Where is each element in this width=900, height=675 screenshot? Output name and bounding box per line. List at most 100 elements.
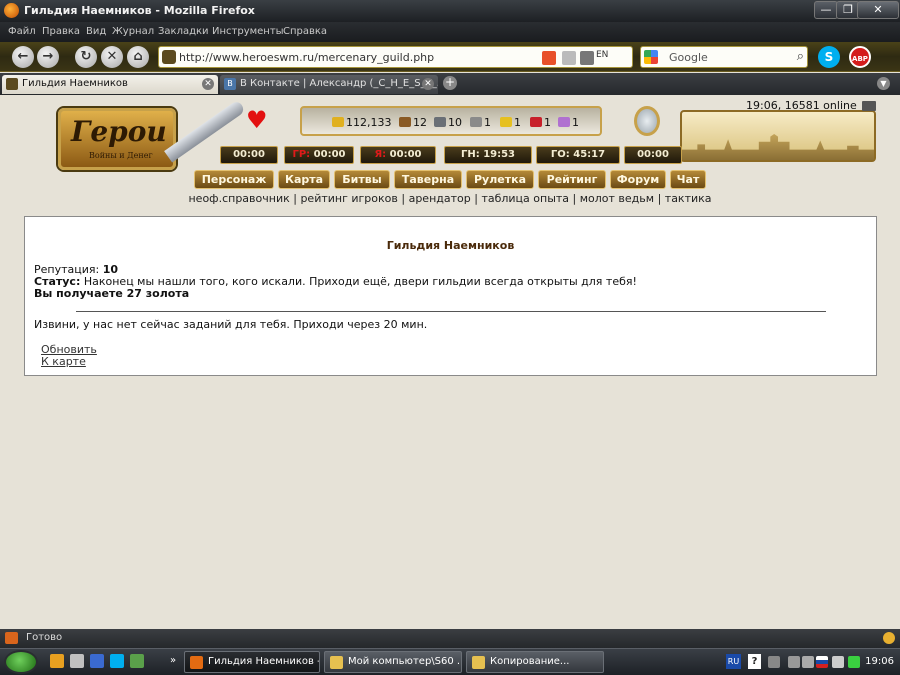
back-icon[interactable]: ←	[12, 46, 34, 68]
search-input[interactable]: Google ⌕	[640, 46, 808, 68]
resource-wood: 12	[399, 116, 427, 129]
resource-gold: 112,133	[332, 116, 392, 129]
quicklaunch-grid-icon[interactable]	[70, 654, 84, 668]
task-my-computer[interactable]: Мой компьютер\S60 ...	[324, 651, 462, 673]
timer-ya[interactable]: Я: 00:00	[360, 146, 436, 164]
nav-roulette-button[interactable]: Рулетка	[466, 170, 534, 189]
site-favicon	[162, 50, 176, 64]
reload-icon[interactable]: ↻	[75, 46, 97, 68]
folder-icon	[472, 656, 485, 669]
task-firefox[interactable]: Гильдия Наемников -...	[184, 651, 320, 673]
task-copying[interactable]: Копирование...	[466, 651, 604, 673]
nav-chat-button[interactable]: Чат	[670, 170, 706, 189]
tray-flag-icon[interactable]	[816, 656, 828, 668]
resource-crystal: 1	[530, 116, 551, 129]
menu-tools[interactable]: Инструменты	[212, 26, 284, 37]
addon-plus-icon[interactable]	[542, 51, 556, 65]
sublinks-bar: неоф.справочник | рейтинг игроков | арен…	[188, 192, 712, 205]
status-icon	[5, 632, 18, 644]
sulfur-icon	[500, 117, 512, 127]
tab-list-icon[interactable]: ▼	[877, 77, 890, 90]
home-icon[interactable]: ⌂	[127, 46, 149, 68]
menu-bookmarks[interactable]: Закладки	[158, 26, 209, 37]
url-text: http://www.heroeswm.ru/mercenary_guild.p…	[179, 51, 435, 64]
mirror-icon[interactable]	[634, 106, 660, 136]
new-tab-icon[interactable]: +	[443, 76, 457, 90]
resource-mercury: 1	[470, 116, 491, 129]
nav-tavern-button[interactable]: Таверна	[394, 170, 462, 189]
quicklaunch-expand-icon[interactable]: »	[170, 655, 176, 666]
google-icon	[644, 50, 658, 64]
divider	[76, 311, 826, 312]
menu-history[interactable]: Журнал	[112, 26, 154, 37]
addon-smile-icon[interactable]	[883, 632, 895, 644]
tab-vkontakte[interactable]: B В Контакте | Александр (_C_H_E_S_T_...…	[220, 75, 438, 94]
link-tactics[interactable]: тактика	[665, 192, 712, 205]
timer-gn[interactable]: ГН: 19:53	[444, 146, 532, 164]
nav-character-button[interactable]: Персонаж	[194, 170, 274, 189]
tray-device-icon[interactable]	[802, 656, 814, 668]
tab-close-icon[interactable]: ✕	[422, 78, 434, 90]
tab-label: Гильдия Наемников	[22, 78, 128, 89]
tray-arrow-icon[interactable]	[788, 656, 800, 668]
link-unofficial-guide[interactable]: неоф.справочник	[188, 192, 289, 205]
language-indicator[interactable]: RU	[726, 654, 741, 669]
menu-file[interactable]: Файл	[8, 26, 36, 37]
nav-map-button[interactable]: Карта	[278, 170, 330, 189]
vk-icon: B	[224, 78, 236, 90]
tab-mercenary-guild[interactable]: Гильдия Наемников ✕	[2, 75, 218, 94]
tray-network-icon[interactable]	[768, 656, 780, 668]
help-icon[interactable]: ?	[748, 654, 761, 669]
timer-go[interactable]: ГО: 45:17	[536, 146, 620, 164]
no-tasks-text: Извини, у нас нет сейчас заданий для теб…	[34, 318, 428, 331]
menu-view[interactable]: Вид	[86, 26, 106, 37]
window-title: Гильдия Наемников - Mozilla Firefox	[24, 4, 255, 17]
resources-bar: 112,133 12 10 1 1 1 1	[300, 106, 602, 136]
castle-image	[680, 110, 876, 162]
heart-icon[interactable]: ♥	[246, 108, 268, 132]
online-icon[interactable]	[862, 101, 876, 111]
addon-tool-icon[interactable]	[580, 51, 594, 65]
link-player-rating[interactable]: рейтинг игроков	[300, 192, 397, 205]
tray-green-icon[interactable]	[848, 656, 860, 668]
nav-forum-button[interactable]: Форум	[610, 170, 666, 189]
skype-icon[interactable]: S	[818, 46, 840, 68]
window-titlebar[interactable]: Гильдия Наемников - Mozilla Firefox — ❐ …	[0, 0, 900, 22]
close-button[interactable]: ✕	[857, 1, 899, 19]
nav-rating-button[interactable]: Рейтинг	[538, 170, 606, 189]
menu-help[interactable]: Справка	[283, 26, 327, 37]
task-label: Копирование...	[490, 656, 570, 667]
forward-icon[interactable]: →	[37, 46, 59, 68]
link-experience-table[interactable]: таблица опыта	[481, 192, 569, 205]
start-button[interactable]	[4, 650, 38, 674]
link-renter[interactable]: арендатор	[409, 192, 471, 205]
quicklaunch-save-icon[interactable]	[90, 654, 104, 668]
mercury-icon	[470, 117, 482, 127]
stop-icon[interactable]: ✕	[101, 46, 123, 68]
menu-edit[interactable]: Правка	[42, 26, 80, 37]
addon-bookmark-icon[interactable]	[562, 51, 576, 65]
minimize-button[interactable]: —	[814, 1, 838, 19]
firefox-task-icon	[190, 656, 203, 669]
quicklaunch-ie-icon[interactable]	[50, 654, 64, 668]
to-map-link[interactable]: К карте	[41, 355, 86, 368]
logo-title: Герои	[71, 115, 167, 148]
link-witch-hammer[interactable]: молот ведьм	[580, 192, 654, 205]
timer-1: 00:00	[220, 146, 278, 164]
adblock-icon[interactable]: ABP	[849, 46, 871, 68]
translate-icon[interactable]: EN	[596, 50, 608, 60]
game-logo[interactable]: Герои Войны и Денег	[58, 108, 176, 170]
timer-gr[interactable]: ГР: 00:00	[284, 146, 354, 164]
tab-close-icon[interactable]: ✕	[202, 78, 214, 90]
tab-label: В Контакте | Александр (_C_H_E_S_T_...	[240, 78, 438, 89]
search-icon[interactable]: ⌕	[797, 49, 804, 64]
quicklaunch-tool-icon[interactable]	[130, 654, 144, 668]
taskbar-clock: 19:06	[865, 656, 894, 667]
timer-6: 00:00	[624, 146, 682, 164]
quicklaunch-skype-icon[interactable]	[110, 654, 124, 668]
url-bar[interactable]: http://www.heroeswm.ru/mercenary_guild.p…	[158, 46, 633, 68]
ore-icon	[434, 117, 446, 127]
nav-battles-button[interactable]: Битвы	[334, 170, 390, 189]
tray-pen-icon[interactable]	[832, 656, 844, 668]
folder-icon	[330, 656, 343, 669]
